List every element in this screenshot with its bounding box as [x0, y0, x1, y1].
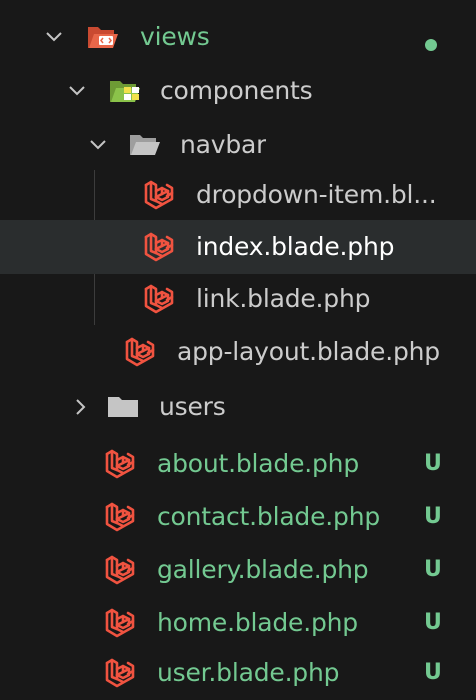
untracked-badge: U: [424, 610, 442, 635]
untracked-badge: U: [424, 557, 442, 582]
tree-item-label: home.blade.php: [157, 608, 358, 637]
folder-components-open-icon: [109, 64, 143, 118]
tree-item-label: about.blade.php: [157, 449, 359, 478]
tree-item-label: gallery.blade.php: [157, 555, 369, 584]
tree-item-label: users: [159, 392, 226, 421]
tree-item-user[interactable]: user.blade.php U: [0, 646, 476, 700]
tree-item-label: user.blade.php: [157, 658, 340, 687]
laravel-icon: [104, 490, 136, 544]
tree-item-label: components: [160, 76, 313, 105]
folder-open-icon: [129, 118, 161, 172]
tree-item-index[interactable]: index.blade.php: [0, 220, 476, 274]
laravel-icon: [104, 437, 136, 491]
tree-item-home[interactable]: home.blade.php U: [0, 596, 476, 650]
laravel-icon: [124, 325, 156, 379]
tree-item-about[interactable]: about.blade.php U: [0, 437, 476, 491]
laravel-icon: [104, 543, 136, 597]
tree-item-label: views: [140, 22, 210, 51]
untracked-badge: U: [424, 451, 442, 476]
untracked-badge: U: [424, 660, 442, 685]
folder-closed-icon: [107, 380, 139, 434]
laravel-icon: [143, 220, 175, 274]
tree-item-label: link.blade.php: [196, 284, 371, 313]
laravel-icon: [143, 272, 175, 326]
tree-item-navbar[interactable]: navbar: [0, 118, 476, 172]
tree-item-components[interactable]: components: [0, 64, 476, 118]
file-explorer-tree: views components navbar dropdown-item.bl…: [0, 0, 476, 700]
laravel-icon: [104, 596, 136, 650]
tree-item-label: contact.blade.php: [157, 502, 381, 531]
tree-item-label: dropdown-item.bl...: [196, 180, 437, 209]
tree-item-link[interactable]: link.blade.php: [0, 272, 476, 326]
chevron-down-icon[interactable]: [87, 118, 109, 172]
tree-item-label: index.blade.php: [196, 232, 395, 261]
laravel-icon: [104, 646, 136, 700]
tree-item-label: app-layout.blade.php: [177, 337, 440, 366]
folder-views-open-icon: [87, 10, 119, 64]
tree-item-app-layout[interactable]: app-layout.blade.php: [0, 325, 476, 379]
chevron-down-icon[interactable]: [66, 64, 88, 118]
tree-item-label: navbar: [180, 130, 267, 159]
tree-item-views[interactable]: views: [0, 10, 476, 64]
chevron-down-icon[interactable]: [43, 10, 65, 64]
modified-dot-indicator: [425, 39, 437, 51]
chevron-right-icon[interactable]: [70, 380, 92, 434]
tree-item-dropdown-item[interactable]: dropdown-item.bl...: [0, 168, 476, 222]
tree-item-users[interactable]: users: [0, 380, 476, 434]
untracked-badge: U: [424, 504, 442, 529]
laravel-icon: [143, 168, 175, 222]
tree-item-gallery[interactable]: gallery.blade.php U: [0, 543, 476, 597]
tree-item-contact[interactable]: contact.blade.php U: [0, 490, 476, 544]
